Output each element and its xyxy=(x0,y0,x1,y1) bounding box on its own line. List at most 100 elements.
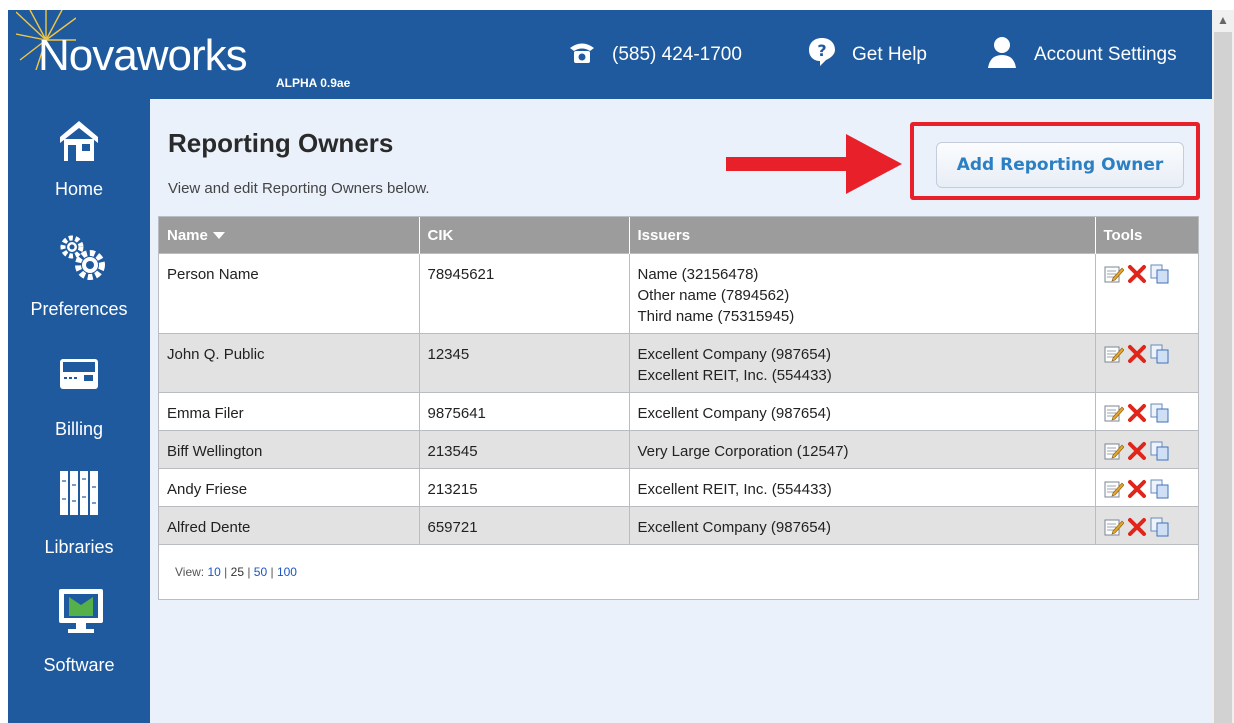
cell-cik: 213545 xyxy=(419,430,630,469)
phone-number: (585) 424-1700 xyxy=(612,44,742,65)
delete-icon[interactable] xyxy=(1127,403,1147,423)
issuer-entry: Excellent Company (987654) xyxy=(637,405,831,422)
monitor-icon xyxy=(58,587,103,635)
sort-desc-icon xyxy=(212,232,225,240)
sidebar: Home Preferences Billing Libraries Softw… xyxy=(8,99,150,723)
credit-card-icon xyxy=(58,351,100,399)
page-subtitle: View and edit Reporting Owners below. xyxy=(168,180,430,197)
phone-contact[interactable]: (585) 424-1700 xyxy=(568,38,742,72)
column-header-cik[interactable]: CIK xyxy=(419,217,630,254)
version-label: ALPHA 0.9ae xyxy=(276,76,351,90)
table-row[interactable]: Alfred Dente 659721 Excellent Company (987… xyxy=(159,506,1198,545)
table-row[interactable]: Biff Wellington 213545 Very Large Corporat… xyxy=(159,430,1198,469)
column-header-issuers[interactable]: Issuers xyxy=(629,217,1096,254)
cell-tools xyxy=(1095,392,1198,431)
delete-icon[interactable] xyxy=(1127,441,1147,461)
table-row[interactable]: Emma Filer 9875641 Excellent Company (9876… xyxy=(159,392,1198,431)
user-icon xyxy=(986,36,1018,74)
edit-icon[interactable] xyxy=(1104,517,1124,537)
pager-cell: View: 10 | 25 | 50 | 100 xyxy=(159,544,1198,599)
cell-cik: 12345 xyxy=(419,333,630,393)
sidebar-item-libraries[interactable]: Libraries xyxy=(8,469,150,569)
issuer-entry: Very Large Corporation (12547) xyxy=(637,443,849,460)
cell-issuers: Excellent REIT, Inc. (554433) xyxy=(629,468,1096,507)
books-icon xyxy=(58,469,100,517)
issuer-entry: Other name (7894562) xyxy=(637,287,790,304)
sidebar-item-preferences[interactable]: Preferences xyxy=(8,233,150,333)
help-icon: ? xyxy=(808,37,836,73)
cell-name: Person Name xyxy=(159,253,420,334)
pager-separator: | xyxy=(244,564,254,579)
phone-icon xyxy=(568,39,596,71)
cell-issuers: Excellent Company (987654) xyxy=(629,506,1096,545)
cell-cik: 78945621 xyxy=(419,253,630,334)
copy-icon[interactable] xyxy=(1150,479,1170,499)
edit-icon[interactable] xyxy=(1104,344,1124,364)
table-row[interactable]: John Q. Public 12345 Excellent Company (98… xyxy=(159,333,1198,393)
page-size-option[interactable]: 50 xyxy=(254,565,267,579)
delete-icon[interactable] xyxy=(1127,479,1147,499)
cell-tools xyxy=(1095,333,1198,393)
cell-name: John Q. Public xyxy=(159,333,420,393)
sidebar-item-label: Libraries xyxy=(44,537,114,557)
reporting-owners-table: Name CIK Issuers Tools Person Name 789456… xyxy=(158,216,1199,600)
issuer-entry: Excellent Company (987654) xyxy=(637,519,831,536)
issuer-entry: Excellent Company (987654) xyxy=(637,346,831,363)
sidebar-item-label: Software xyxy=(43,655,115,675)
table-footer-row: View: 10 | 25 | 50 | 100 xyxy=(159,544,1198,599)
get-help-link[interactable]: ? Get Help xyxy=(808,38,927,72)
account-settings-link[interactable]: Account Settings xyxy=(986,36,1177,74)
home-icon xyxy=(58,117,100,165)
edit-icon[interactable] xyxy=(1104,479,1124,499)
cell-issuers: Excellent Company (987654) Excellent REIT… xyxy=(629,333,1096,393)
issuer-entry: Name (32156478) xyxy=(637,266,759,283)
cell-tools xyxy=(1095,468,1198,507)
app-window: Novaworks ALPHA 0.9ae (585) 424-1700 ? G… xyxy=(8,10,1212,723)
table-row[interactable]: Person Name 78945621 Name (32156478) Other … xyxy=(159,253,1198,334)
logo-text: Novaworks xyxy=(38,31,248,80)
column-header-label: CIK xyxy=(427,226,454,244)
sidebar-item-home[interactable]: Home xyxy=(8,117,150,217)
delete-icon[interactable] xyxy=(1127,264,1147,284)
page-size-option[interactable]: 10 xyxy=(207,565,220,579)
delete-icon[interactable] xyxy=(1127,517,1147,537)
novaworks-logo[interactable]: Novaworks ALPHA 0.9ae xyxy=(16,10,356,99)
column-header-name[interactable]: Name xyxy=(159,217,420,254)
edit-icon[interactable] xyxy=(1104,264,1124,284)
cell-name: Biff Wellington xyxy=(159,430,420,469)
sidebar-item-billing[interactable]: Billing xyxy=(8,351,150,451)
sidebar-item-software[interactable]: Software xyxy=(8,587,150,687)
issuer-entry: Excellent REIT, Inc. (554433) xyxy=(637,367,832,384)
table-body: Person Name 78945621 Name (32156478) Other … xyxy=(159,253,1198,545)
column-header-tools: Tools xyxy=(1095,217,1198,254)
issuer-entry: Third name (75315945) xyxy=(637,308,795,325)
delete-icon[interactable] xyxy=(1127,344,1147,364)
pager-label: View: xyxy=(175,564,205,579)
cell-tools xyxy=(1095,430,1198,469)
add-reporting-owner-button[interactable]: Add Reporting Owner xyxy=(936,142,1184,188)
cell-issuers: Name (32156478) Other name (7894562) Third… xyxy=(629,253,1096,334)
copy-icon[interactable] xyxy=(1150,264,1170,284)
pager: View: 10 | 25 | 50 | 100 xyxy=(175,562,1182,583)
column-header-label: Issuers xyxy=(637,226,691,244)
pager-separator: | xyxy=(220,564,231,579)
cell-cik: 659721 xyxy=(419,506,630,545)
gears-icon xyxy=(58,233,105,281)
copy-icon[interactable] xyxy=(1150,403,1170,423)
vertical-scrollbar[interactable]: ▲ xyxy=(1212,10,1234,723)
scroll-up-button[interactable]: ▲ xyxy=(1212,10,1234,30)
copy-icon[interactable] xyxy=(1150,344,1170,364)
table-header-row: Name CIK Issuers Tools xyxy=(159,217,1198,254)
get-help-label: Get Help xyxy=(852,44,927,65)
page-title: Reporting Owners xyxy=(168,128,394,158)
page-size-option[interactable]: 100 xyxy=(277,565,297,579)
cell-name: Andy Friese xyxy=(159,468,420,507)
scroll-thumb[interactable] xyxy=(1214,32,1232,723)
cell-name: Emma Filer xyxy=(159,392,420,431)
copy-icon[interactable] xyxy=(1150,441,1170,461)
account-settings-label: Account Settings xyxy=(1034,44,1177,65)
edit-icon[interactable] xyxy=(1104,403,1124,423)
edit-icon[interactable] xyxy=(1104,441,1124,461)
copy-icon[interactable] xyxy=(1150,517,1170,537)
table-row[interactable]: Andy Friese 213215 Excellent REIT, Inc. (5… xyxy=(159,468,1198,507)
